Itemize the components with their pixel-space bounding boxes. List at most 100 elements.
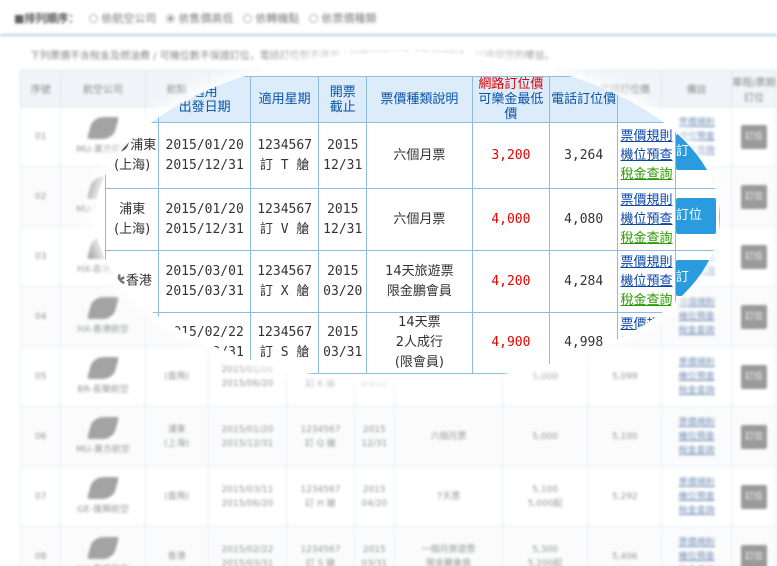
book-button[interactable]: 訂位 — [740, 124, 767, 149]
fare-link[interactable]: 稅金查詢 — [662, 384, 731, 398]
web-price-cell: 4,200 — [471, 250, 551, 313]
desc-cell: 14天票 2人成行 (限會員) — [366, 312, 473, 374]
book-button[interactable]: 訂位 — [740, 424, 767, 449]
seat-check-link[interactable]: 機位預查 — [618, 146, 675, 165]
book-cell: 訂位 — [730, 466, 777, 527]
sort-option-transfer[interactable]: 依轉機點 — [243, 10, 299, 26]
deadline-cell: 2015 03/31 — [318, 312, 368, 374]
week-cell: 1234567 訂 S 艙 — [249, 312, 320, 374]
phone-price-cell: 4,080 — [549, 188, 619, 251]
web-price-cell: 4,000 — [471, 188, 551, 251]
desc-cell: 7天票 — [394, 466, 503, 527]
phone-price-cell: 4,284 — [549, 250, 619, 313]
tax-query-link[interactable]: 稅金查詢 — [618, 353, 675, 372]
radio-icon[interactable] — [309, 14, 319, 23]
fare-rules-link[interactable]: 票價規則 — [618, 315, 675, 334]
links-cell: 票價規則機位預查稅金查詢 — [661, 526, 732, 566]
tax-query-link[interactable]: 稅金查詢 — [618, 291, 675, 310]
fare-link[interactable]: 機位預查 — [662, 430, 731, 444]
book-cell: 訂 — [674, 122, 720, 189]
sort-option-airline[interactable]: 依航空公司 — [89, 10, 156, 26]
airline-cell: HX-香港航空 — [60, 526, 146, 566]
seat-check-link[interactable]: 機位預查 — [618, 210, 675, 229]
magnifier-lens: 適用 出發日期 適用星期 開票 截止 票價種類說明 網路訂位價 可樂金最低價 電… — [95, 52, 720, 382]
dates-cell: 2015/03/11 2015/06/20 — [207, 466, 288, 527]
book-button[interactable]: 訂位 — [740, 364, 767, 389]
fare-rules-link[interactable]: 票價規則 — [618, 253, 675, 272]
phone-price-cell: 4,998 — [549, 312, 619, 374]
sort-option-fare-type[interactable]: 依票價種類 — [309, 10, 376, 26]
web-price-cell: 3,200 — [471, 122, 551, 189]
tax-query-link[interactable]: 稅金查詢 — [618, 229, 675, 248]
row-number: 03 — [19, 226, 62, 287]
bg-col-header: 序號 — [19, 70, 62, 107]
dates-cell: 2015/01/20 2015/12/31 — [158, 188, 251, 251]
book-button[interactable]: 訂位 — [740, 244, 767, 269]
tax-query-link[interactable]: 稅金查詢 — [618, 165, 675, 184]
fare-table: 適用 出發日期 適用星期 開票 截止 票價種類說明 網路訂位價 可樂金最低價 電… — [104, 76, 720, 374]
book-button[interactable]: 訂位 — [740, 544, 767, 566]
col-book — [674, 76, 720, 123]
table-row: 08HX-香港航空香港2015/02/22 2015/03/311234567 … — [19, 526, 777, 566]
web-price-cell: 5,100 5,000起 — [501, 466, 589, 527]
col-dates: 適用 出發日期 — [158, 76, 251, 123]
fare-link[interactable]: 稅金查詢 — [662, 504, 731, 518]
airline-name: GE-復興航空 — [77, 504, 130, 515]
fare-link[interactable]: 機位預查 — [662, 490, 731, 504]
phone-price-cell: 5,406 — [587, 526, 663, 566]
col-deadline: 開票 截止 — [318, 76, 368, 123]
week-cell: 1234567 訂 H 艙 — [286, 466, 355, 527]
radio-icon[interactable] — [166, 14, 176, 23]
sort-title: ■排列順序： — [14, 12, 80, 25]
sort-option-price[interactable]: 依售價高低 — [166, 10, 233, 26]
week-cell: 1234567 訂 X 艙 — [249, 250, 320, 313]
airline-cell: GE-復興航空 — [60, 466, 146, 527]
book-button[interactable]: 訂位 — [675, 198, 716, 234]
book-button[interactable]: 訂位 — [740, 304, 767, 329]
seat-check-link[interactable]: 機位預查 — [618, 334, 675, 353]
book-cell: 訂位 — [730, 106, 777, 167]
deadline-cell: 2015 12/31 — [318, 122, 368, 189]
web-price-cell: 5,300 5,200起 — [501, 526, 589, 566]
web-price-cell: 5,000 — [501, 406, 589, 467]
links-cell: 票價規則機位預查稅金查詢 — [661, 406, 732, 467]
point-cell: 浦東 (上海) — [104, 122, 160, 189]
book-cell: 訂位 — [730, 166, 777, 227]
book-button[interactable]: 訂位 — [740, 484, 767, 509]
phone-price-cell: 3,264 — [549, 122, 619, 189]
airline-name: BR-長榮航空 — [77, 384, 129, 395]
airline-logo-icon — [105, 138, 131, 152]
links-cell: 票價規則機位預查稅金查詢 — [617, 188, 676, 251]
table-row: 2015/02/22 2015/03/31 1234567 訂 S 艙 2015 0… — [104, 312, 720, 374]
col-web-price: 網路訂位價 可樂金最低價 — [471, 76, 551, 123]
book-cell: 訂位 — [730, 526, 777, 566]
fare-link[interactable]: 票價規則 — [662, 476, 731, 490]
fare-rules-link[interactable]: 票價規則 — [618, 191, 675, 210]
col-week: 適用星期 — [249, 76, 320, 123]
fare-link[interactable]: 票價規則 — [662, 416, 731, 430]
book-button[interactable]: 訂位 — [740, 184, 767, 209]
radio-icon[interactable] — [243, 14, 253, 23]
fare-link[interactable]: 票價規則 — [662, 536, 731, 550]
dates-cell: 2015/02/22 2015/03/31 — [158, 312, 251, 374]
point-cell: ✱香港 — [104, 250, 160, 313]
phone-price-cell: 5,100 — [587, 406, 663, 467]
fare-link[interactable]: 機位預查 — [662, 550, 731, 564]
deadline-cell: 2015 12/31 — [353, 406, 396, 467]
fare-rules-link[interactable]: 票價規則 — [618, 127, 675, 146]
book-button[interactable]: 訂 — [675, 134, 716, 170]
point-cell: (直飛) — [144, 466, 209, 527]
book-cell — [674, 312, 720, 374]
links-cell: 票價規則機位預查稅金查詢 — [661, 466, 732, 527]
row-number: 02 — [19, 166, 62, 227]
radio-icon[interactable] — [89, 14, 99, 23]
book-button[interactable]: 訂 — [675, 260, 716, 296]
divider — [0, 34, 777, 36]
book-cell: 訂位 — [730, 226, 777, 287]
deadline-cell: 2015 03/20 — [318, 250, 368, 313]
seat-check-link[interactable]: 機位預查 — [618, 272, 675, 291]
point-cell: 浦東 (上海) — [144, 406, 209, 467]
departure-point: 浦東 (上海) — [114, 201, 151, 237]
desc-cell: 一個月旅遊票 限金鵬會員 — [394, 526, 503, 566]
fare-link[interactable]: 稅金查詢 — [662, 444, 731, 458]
